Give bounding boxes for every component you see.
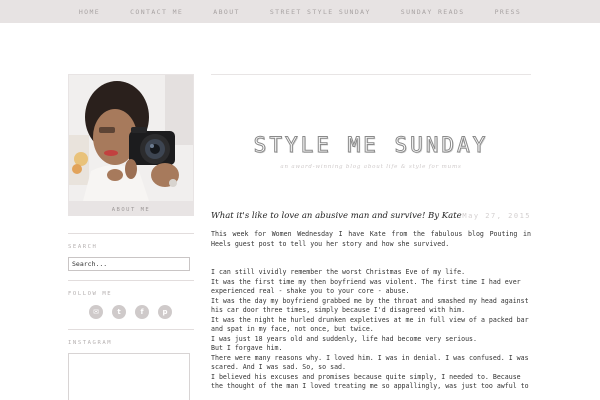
nav-item-about[interactable]: ABOUT — [198, 8, 255, 16]
post-header: What it's like to love an abusive man an… — [211, 211, 531, 221]
instagram-title: INSTAGRAM — [68, 340, 113, 346]
header-divider — [211, 74, 531, 75]
profile-photo[interactable] — [69, 75, 193, 201]
divider — [68, 233, 194, 234]
nav-item-home[interactable]: HOME — [64, 8, 115, 16]
about-card[interactable]: ABOUT ME — [68, 74, 194, 216]
post-paragraph: It was the first time my then boyfriend … — [211, 277, 521, 296]
email-icon[interactable]: ✉ — [89, 305, 103, 319]
facebook-icon[interactable]: f — [135, 305, 149, 319]
nav-item-street-style[interactable]: STREET STYLE SUNDAY — [255, 8, 386, 16]
post-date: May 27, 2015 — [462, 212, 531, 220]
post-paragraph: But I forgave him. — [211, 344, 283, 352]
post-paragraph: There were many reasons why. I loved him… — [211, 353, 529, 372]
search-title: SEARCH — [68, 244, 98, 250]
twitter-icon[interactable]: t — [112, 305, 126, 319]
post-paragraph: I can still vividly remember the worst C… — [211, 268, 466, 276]
divider — [68, 329, 194, 330]
post-paragraph: It was the night he hurled drunken exple… — [211, 315, 529, 334]
blog-header: STYLE ME SUNDAY — [211, 103, 531, 158]
pinterest-icon[interactable]: p — [158, 305, 172, 319]
post-paragraph: I was just 18 years old and suddenly, li… — [211, 334, 477, 343]
blog-title[interactable]: STYLE ME SUNDAY — [211, 133, 531, 158]
post-body: This week for Women Wednesday I have Kat… — [211, 230, 531, 392]
post-title[interactable]: What it's like to love an abusive man an… — [211, 211, 462, 221]
top-navigation: HOME CONTACT ME ABOUT STREET STYLE SUNDA… — [0, 0, 600, 23]
divider — [68, 280, 194, 281]
blog-tagline: an award-winning blog about life & style… — [280, 164, 462, 170]
about-me-label[interactable]: ABOUT ME — [68, 207, 194, 213]
nav-item-contact[interactable]: CONTACT ME — [115, 8, 198, 16]
post-paragraph: I believed his excuses and promises beca… — [211, 372, 529, 391]
sidebar: ABOUT ME SEARCH FOLLOW ME ✉ t f p INSTAG… — [68, 74, 194, 400]
instagram-feed[interactable] — [68, 353, 190, 400]
profile-photo-illustration — [69, 75, 193, 201]
social-links: ✉ t f p — [68, 305, 194, 319]
nav-item-press[interactable]: PRESS — [480, 8, 537, 16]
nav-item-sunday-reads[interactable]: SUNDAY READS — [386, 8, 480, 16]
main-content: STYLE ME SUNDAY an award-winning blog ab… — [211, 74, 531, 390]
follow-title: FOLLOW ME — [68, 291, 113, 297]
search-input[interactable] — [68, 257, 190, 271]
post-intro: This week for Women Wednesday I have Kat… — [211, 230, 531, 248]
post-paragraph: It was the day my boyfriend grabbed me b… — [211, 296, 529, 315]
